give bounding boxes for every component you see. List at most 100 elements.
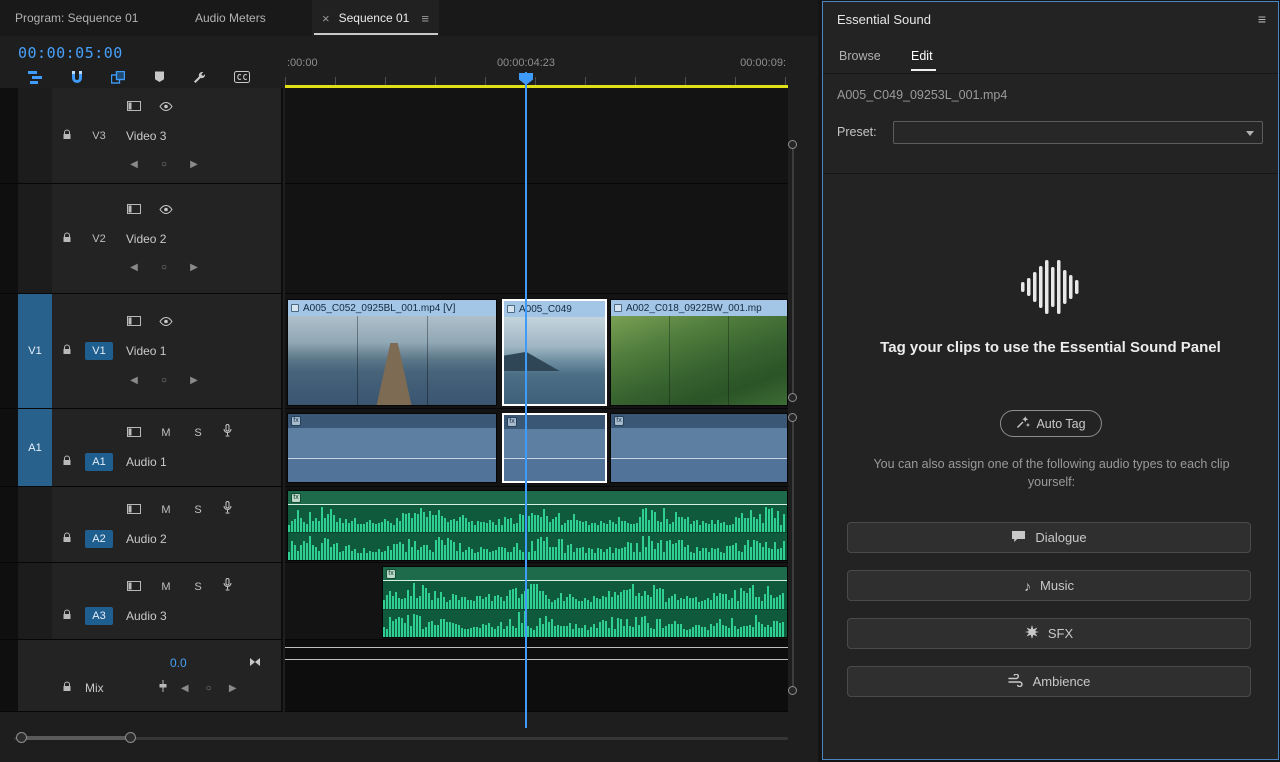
track-target-a1[interactable]: A1 <box>85 453 113 471</box>
tab-sequence[interactable]: × Sequence 01 ≡ <box>312 0 439 36</box>
lock-icon[interactable] <box>62 679 72 697</box>
track-target-v2[interactable]: V2 <box>85 230 113 248</box>
mute-button[interactable]: M <box>159 504 173 516</box>
solo-button[interactable]: S <box>191 581 205 593</box>
track-target-a3[interactable]: A3 <box>85 606 113 625</box>
linked-selection-icon[interactable] <box>111 70 126 84</box>
voiceover-record-icon[interactable] <box>223 501 232 519</box>
tab-browse[interactable]: Browse <box>839 49 881 69</box>
track-target-a2[interactable]: A2 <box>85 530 113 548</box>
track-a1-content[interactable]: fx fx fx <box>285 409 788 487</box>
sync-lock-icon[interactable] <box>127 501 141 519</box>
playhead-line[interactable] <box>525 72 527 728</box>
track-name-v3[interactable]: Video 3 <box>126 129 166 143</box>
video-clip-2-selected[interactable]: A005_C049 <box>502 299 607 406</box>
music-button[interactable]: ♪ Music <box>847 570 1251 601</box>
track-v1-content[interactable]: A005_C052_0925BL_001.mp4 [V] A005_C049 A… <box>285 294 788 409</box>
audio-clip-a2[interactable]: fx <box>287 490 788 561</box>
voiceover-record-icon[interactable] <box>223 424 232 442</box>
scrollbar-handle[interactable] <box>788 393 797 402</box>
track-name-a1[interactable]: Audio 1 <box>126 455 167 469</box>
add-keyframe-icon[interactable]: ○ <box>157 262 171 273</box>
auto-tag-button[interactable]: Auto Tag <box>999 410 1102 437</box>
audio-clip-a1-3[interactable]: fx <box>610 413 788 483</box>
track-target-v1[interactable]: V1 <box>85 342 113 360</box>
prev-keyframe-icon[interactable]: ◀ <box>127 262 141 273</box>
audio-clip-a1-1[interactable]: fx <box>287 413 497 483</box>
video-tracks-scrollbar[interactable] <box>788 140 799 402</box>
volume-line[interactable] <box>288 457 496 459</box>
preset-dropdown[interactable] <box>893 121 1263 144</box>
snap-icon[interactable] <box>71 70 83 84</box>
solo-button[interactable]: S <box>191 504 205 516</box>
volume-line[interactable] <box>288 504 787 505</box>
pan-icon[interactable] <box>249 654 261 672</box>
audio-clip-a1-2-selected[interactable]: fx <box>502 413 607 483</box>
add-keyframe-icon[interactable]: ○ <box>157 375 171 386</box>
lock-icon[interactable] <box>62 230 72 248</box>
ambience-button[interactable]: Ambience <box>847 666 1251 697</box>
lock-icon[interactable] <box>62 127 72 145</box>
sync-lock-icon[interactable] <box>127 201 141 219</box>
next-keyframe-icon[interactable]: ▶ <box>187 262 201 273</box>
prev-keyframe-icon[interactable]: ◀ <box>127 159 141 170</box>
ruler-ticks[interactable] <box>285 77 788 85</box>
track-target-v3[interactable]: V3 <box>85 127 113 145</box>
mute-button[interactable]: M <box>159 427 173 439</box>
mute-button[interactable]: M <box>159 581 173 593</box>
track-mix-content[interactable] <box>285 640 788 712</box>
volume-line[interactable] <box>383 580 787 581</box>
add-keyframe-icon[interactable]: ○ <box>202 683 216 694</box>
volume-line[interactable] <box>611 457 787 459</box>
add-marker-icon[interactable] <box>154 71 165 83</box>
tab-edit[interactable]: Edit <box>911 49 933 69</box>
tab-audio-meters[interactable]: Audio Meters <box>195 0 266 36</box>
panel-menu-icon[interactable]: ≡ <box>1258 11 1266 27</box>
track-a2-content[interactable]: fx <box>285 487 788 563</box>
toggle-track-output-icon[interactable] <box>159 313 173 331</box>
volume-line[interactable] <box>504 457 605 459</box>
scrollbar-handle[interactable] <box>788 686 797 695</box>
toggle-track-output-icon[interactable] <box>159 98 173 116</box>
video-clip-3[interactable]: A002_C018_0922BW_001.mp <box>610 299 788 406</box>
dialogue-button[interactable]: Dialogue <box>847 522 1251 553</box>
scrollbar-handle[interactable] <box>788 140 797 149</box>
track-v3-content[interactable] <box>285 88 788 184</box>
track-name-v2[interactable]: Video 2 <box>126 232 166 246</box>
captions-icon[interactable] <box>233 71 250 83</box>
audio-clip-a3[interactable]: fx <box>382 566 788 638</box>
mix-automation-line[interactable] <box>285 647 788 648</box>
add-keyframe-icon[interactable]: ○ <box>157 159 171 170</box>
mix-level-value[interactable]: 0.0 <box>170 656 187 670</box>
fader-icon[interactable] <box>158 679 168 697</box>
track-v2-content[interactable] <box>285 184 788 294</box>
lock-icon[interactable] <box>62 607 72 625</box>
track-name-a2[interactable]: Audio 2 <box>126 532 167 546</box>
next-keyframe-icon[interactable]: ▶ <box>187 159 201 170</box>
sync-lock-icon[interactable] <box>127 424 141 442</box>
toggle-track-output-icon[interactable] <box>159 201 173 219</box>
nest-toggle-icon[interactable] <box>28 70 43 84</box>
solo-button[interactable]: S <box>191 427 205 439</box>
track-name-v1[interactable]: Video 1 <box>126 344 166 358</box>
next-keyframe-icon[interactable]: ▶ <box>226 683 240 694</box>
timeline-settings-icon[interactable] <box>193 71 206 84</box>
tab-program-monitor[interactable]: Program: Sequence 01 <box>15 0 138 36</box>
prev-keyframe-icon[interactable]: ◀ <box>127 375 141 386</box>
sync-lock-icon[interactable] <box>127 578 141 596</box>
timeline-zoom-scrollbar[interactable] <box>16 731 136 744</box>
video-clip-1[interactable]: A005_C052_0925BL_001.mp4 [V] <box>287 299 497 406</box>
panel-menu-icon[interactable]: ≡ <box>421 11 429 26</box>
zoom-handle-left[interactable] <box>16 732 27 743</box>
next-keyframe-icon[interactable]: ▶ <box>187 375 201 386</box>
sfx-button[interactable]: SFX <box>847 618 1251 649</box>
mix-automation-line[interactable] <box>285 659 788 660</box>
prev-keyframe-icon[interactable]: ◀ <box>178 683 192 694</box>
lock-icon[interactable] <box>62 453 72 471</box>
timecode-display[interactable]: 00:00:05:00 <box>18 44 123 62</box>
track-a3-content[interactable]: fx <box>285 563 788 640</box>
close-tab-icon[interactable]: × <box>322 11 330 26</box>
lock-icon[interactable] <box>62 342 72 360</box>
sync-lock-icon[interactable] <box>127 313 141 331</box>
sync-lock-icon[interactable] <box>127 98 141 116</box>
